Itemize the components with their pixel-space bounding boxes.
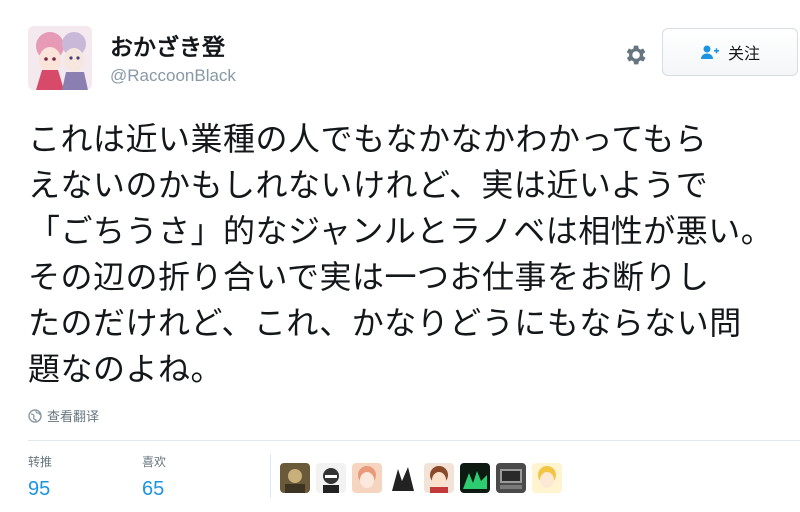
tweet-line: これは近い業種の人でもなかなかわかってもら bbox=[28, 120, 708, 158]
retweet-count: 95 bbox=[28, 478, 51, 500]
liker-avatar[interactable] bbox=[496, 463, 526, 493]
like-stat[interactable]: 喜欢 65 bbox=[142, 454, 166, 502]
liker-avatar[interactable] bbox=[388, 463, 418, 493]
translate-label: 查看翻译 bbox=[47, 410, 100, 425]
user-handle[interactable]: @RaccoonBlack bbox=[110, 64, 236, 88]
liker-avatar[interactable] bbox=[424, 463, 454, 493]
globe-icon bbox=[28, 408, 42, 423]
like-count: 65 bbox=[142, 478, 165, 500]
display-name[interactable]: おかざき登 bbox=[110, 34, 236, 62]
tweet-stats: 转推 95 喜欢 65 bbox=[28, 446, 788, 506]
like-label: 喜欢 bbox=[142, 455, 167, 469]
retweet-stat[interactable]: 转推 95 bbox=[28, 454, 52, 502]
tweet-header: おかざき登 @RaccoonBlack 关注 bbox=[28, 26, 800, 96]
liker-avatars bbox=[280, 460, 568, 496]
retweet-label: 转推 bbox=[28, 455, 53, 469]
tweet-line: たのだけれど、これ、かなりどうにもならない問 bbox=[28, 304, 742, 342]
liker-avatar[interactable] bbox=[316, 463, 346, 493]
tweet-text: これは近い業種の人でもなかなかわかってもら えないのかもしれないけれど、実は近い… bbox=[28, 116, 778, 392]
translate-link[interactable]: 查看翻译 bbox=[28, 406, 99, 425]
divider bbox=[28, 440, 800, 441]
liker-avatar[interactable] bbox=[352, 463, 382, 493]
follow-label: 关注 bbox=[727, 44, 760, 63]
add-user-icon bbox=[700, 44, 720, 60]
tweet-line: その辺の折り合いで実は一つお仕事をお断りし bbox=[28, 258, 710, 296]
stats-separator bbox=[270, 454, 271, 498]
liker-avatar[interactable] bbox=[280, 463, 310, 493]
user-avatar[interactable] bbox=[28, 26, 92, 90]
liker-avatar[interactable] bbox=[460, 463, 490, 493]
tweet-line: 題なのよね。 bbox=[28, 350, 224, 388]
follow-button[interactable]: 关注 bbox=[662, 28, 798, 76]
tweet-line: 「ごちうさ」的なジャンルとラノベは相性が悪い。 bbox=[28, 212, 774, 250]
liker-avatar[interactable] bbox=[532, 463, 562, 493]
user-names: おかざき登 @RaccoonBlack bbox=[110, 34, 236, 88]
gear-icon[interactable] bbox=[620, 40, 650, 70]
tweet-line: えないのかもしれないけれど、実は近いようで bbox=[28, 166, 709, 204]
